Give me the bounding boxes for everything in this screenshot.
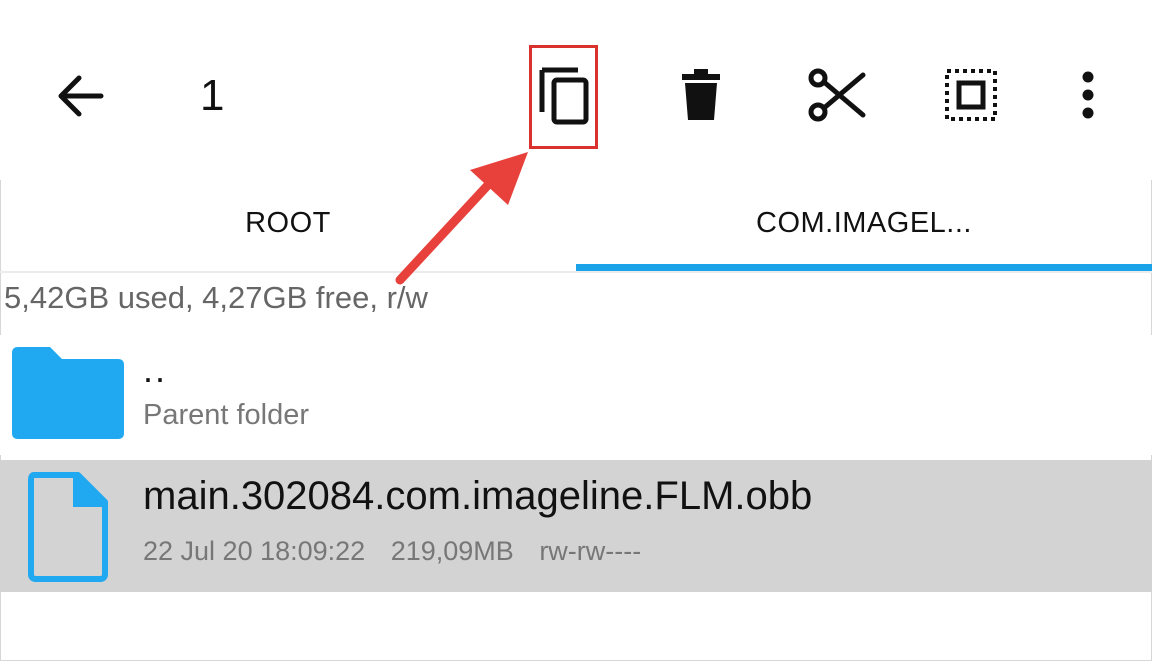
delete-icon [682,69,720,120]
file-permissions: rw-rw---- [539,536,642,566]
parent-folder-row[interactable]: .. Parent folder [0,335,1152,455]
delete-button[interactable] [670,62,732,128]
arrow-back-icon [58,75,104,117]
more-vert-icon [1082,71,1094,119]
copy-button[interactable] [532,55,596,135]
folder-icon [12,347,124,439]
select-all-button[interactable] [940,64,1002,126]
file-row[interactable]: main.302084.com.imageline.FLM.obb 22 Jul… [0,460,1152,592]
tab-root[interactable]: ROOT [0,180,576,266]
more-options-button[interactable] [1066,64,1110,126]
file-icon [28,472,108,582]
active-tab-indicator [576,264,1152,271]
cut-button[interactable] [804,62,870,128]
tab-com-imageline[interactable]: COM.IMAGEL... [576,180,1152,266]
back-button[interactable] [48,66,112,126]
parent-folder-name: .. [143,349,168,390]
file-name: main.302084.com.imageline.FLM.obb [143,474,813,518]
cut-icon [808,68,866,122]
action-toolbar: 1 [0,0,1152,180]
copy-icon [539,67,589,125]
file-date: 22 Jul 20 18:09:22 [143,536,366,566]
file-size: 219,09MB [390,536,514,566]
select-all-icon [945,69,997,121]
parent-folder-label: Parent folder [143,399,310,431]
storage-info: 5,42GB used, 4,27GB free, r/w [4,280,428,315]
tab-bar: ROOT COM.IMAGEL... [0,180,1152,272]
file-meta: 22 Jul 20 18:09:22 219,09MB rw-rw---- [143,536,659,567]
selection-count: 1 [200,71,225,120]
tab-divider [0,271,1152,273]
